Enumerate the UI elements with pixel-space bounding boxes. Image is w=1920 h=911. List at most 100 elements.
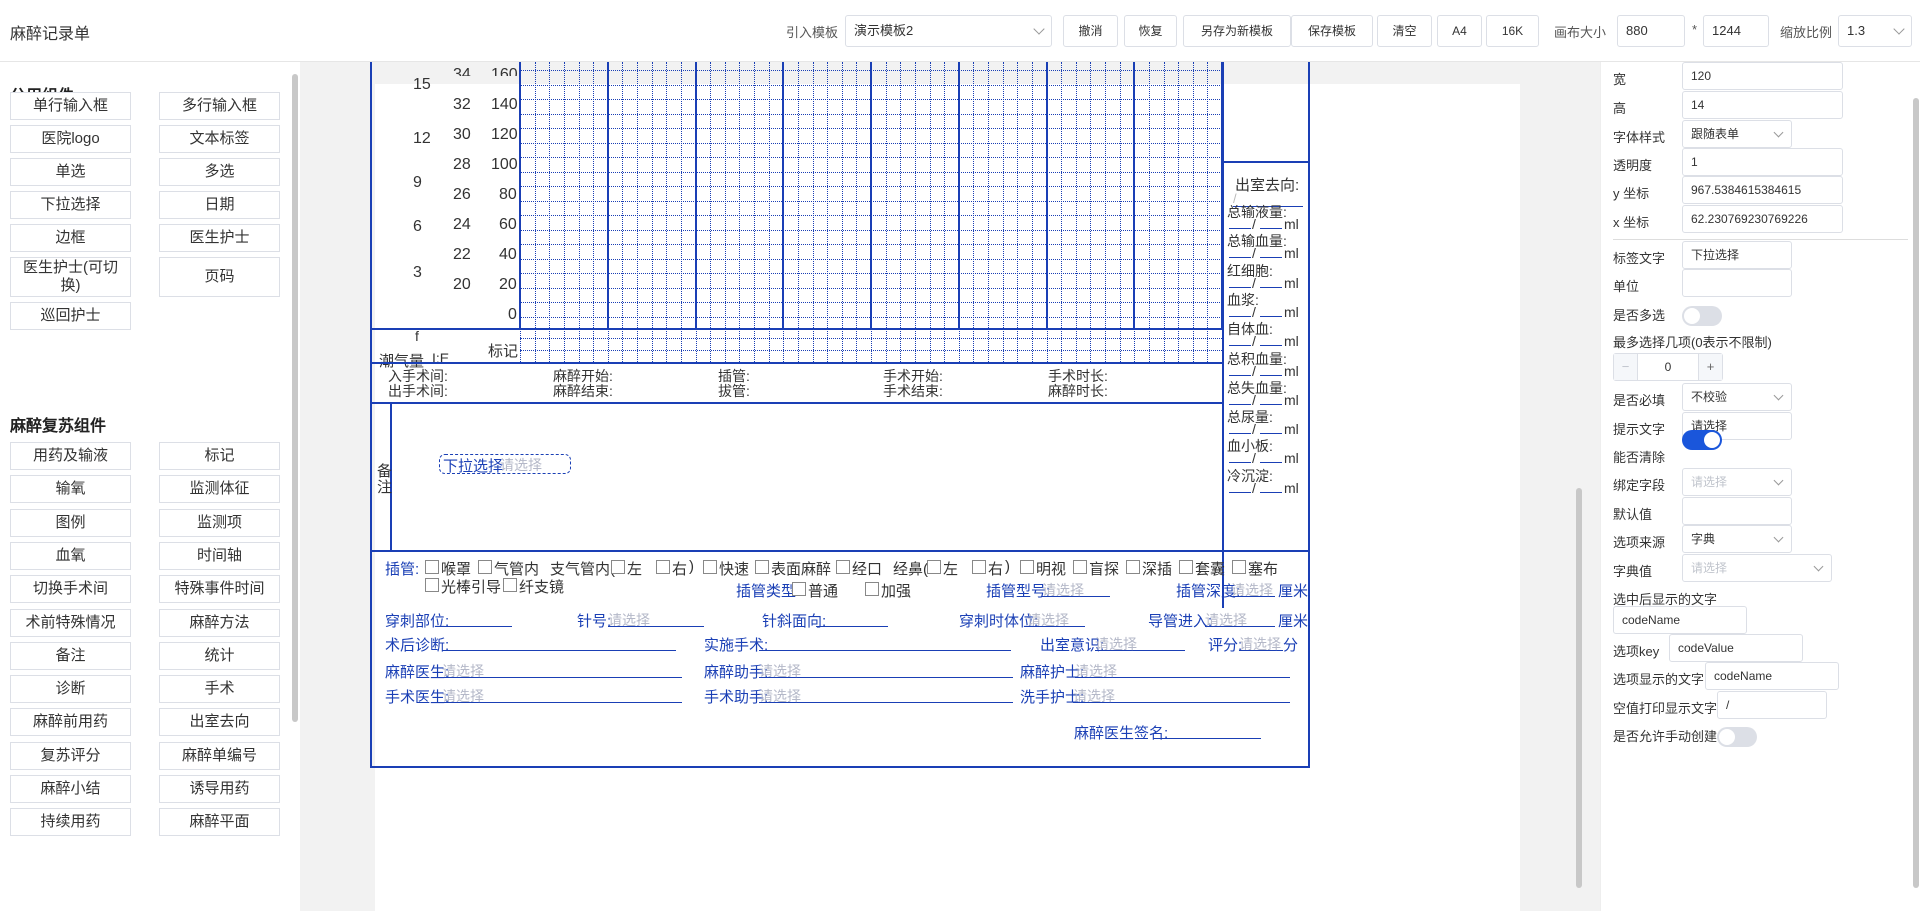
bind-field-select[interactable]: 请选择 xyxy=(1682,468,1792,496)
dropdown-component-selected[interactable]: 下拉选择 请选择 xyxy=(439,454,571,475)
component-button[interactable]: 术前特殊情况 xyxy=(10,608,131,637)
surg-assist-field[interactable]: 请选择 xyxy=(759,686,1013,704)
null-print-input[interactable]: / xyxy=(1717,691,1827,719)
font-style-select[interactable]: 跟随表单 xyxy=(1682,120,1792,148)
checkbox-topical[interactable] xyxy=(755,560,769,574)
clear-button[interactable]: 清空 xyxy=(1377,15,1432,47)
total-field[interactable]: / ml xyxy=(1227,450,1307,466)
component-button[interactable]: 医生护士 xyxy=(159,224,280,252)
checkbox-cuff[interactable] xyxy=(1179,560,1193,574)
panel-scrollbar[interactable] xyxy=(1913,98,1919,888)
canvas-width-input[interactable]: 880 xyxy=(1617,15,1685,47)
component-button[interactable]: 边框 xyxy=(10,224,131,252)
checkbox-rapid[interactable] xyxy=(703,560,717,574)
tube-depth-field[interactable]: 请选择 xyxy=(1231,580,1275,598)
height-input[interactable]: 14 xyxy=(1682,91,1843,119)
redo-button[interactable]: 恢复 xyxy=(1124,15,1177,47)
component-button[interactable]: 时间轴 xyxy=(159,541,280,570)
post-diag-field[interactable] xyxy=(442,634,676,651)
max-select-value[interactable]: 0 xyxy=(1638,354,1698,380)
component-button[interactable]: 巡回护士 xyxy=(10,302,131,330)
component-button[interactable]: 麻醉方法 xyxy=(159,608,280,637)
tube-model-field[interactable]: 请选择 xyxy=(1042,580,1110,598)
surgeon-field[interactable]: 请选择 xyxy=(442,686,682,704)
checkbox-reinforced[interactable] xyxy=(865,582,879,596)
x-input[interactable]: 62.230769230769226 xyxy=(1682,205,1843,233)
score-field[interactable]: 请选择 xyxy=(1239,634,1283,652)
total-field[interactable]: / ml xyxy=(1227,304,1307,320)
component-button[interactable]: 监测体征 xyxy=(159,475,280,504)
tag-text-input[interactable]: 下拉选择 xyxy=(1682,241,1792,269)
catheter-in-field[interactable]: 请选择 xyxy=(1205,610,1275,628)
clearable-switch[interactable] xyxy=(1682,430,1722,450)
checkbox-deep[interactable] xyxy=(1126,560,1140,574)
checkbox-right[interactable] xyxy=(656,560,670,574)
component-button[interactable]: 标记 xyxy=(159,442,280,470)
component-button[interactable]: 特殊事件时间 xyxy=(159,575,280,604)
component-button[interactable]: 麻醉平面 xyxy=(159,808,280,837)
zoom-select[interactable]: 1.3 xyxy=(1838,15,1912,47)
opacity-input[interactable]: 1 xyxy=(1682,148,1843,176)
total-field[interactable]: / ml xyxy=(1227,275,1307,291)
anes-nurse-field[interactable]: 请选择 xyxy=(1075,661,1290,679)
checkbox-direct[interactable] xyxy=(1020,560,1034,574)
manual-create-switch[interactable] xyxy=(1717,727,1757,747)
dict-select[interactable]: 请选择 xyxy=(1682,554,1832,582)
component-button[interactable]: 麻醉前用药 xyxy=(10,708,131,737)
needle-no-field[interactable]: 请选择 xyxy=(608,610,704,628)
option-text-input[interactable]: codeName xyxy=(1705,662,1839,690)
plus-button[interactable]: + xyxy=(1698,354,1722,380)
component-button[interactable]: 单行输入框 xyxy=(10,92,131,120)
required-select[interactable]: 不校验 xyxy=(1682,383,1792,411)
component-button[interactable]: 输氧 xyxy=(10,475,131,504)
a4-button[interactable]: A4 xyxy=(1437,15,1482,47)
checkbox-endotracheal[interactable] xyxy=(478,560,492,574)
checkbox-fiberscope[interactable] xyxy=(503,578,517,592)
checkbox-oral[interactable] xyxy=(836,560,850,574)
save-template-button[interactable]: 保存模板 xyxy=(1291,15,1373,47)
canvas-height-input[interactable]: 1244 xyxy=(1703,15,1769,47)
selected-text-input[interactable]: codeName xyxy=(1613,606,1747,634)
component-button[interactable]: 麻醉单编号 xyxy=(159,741,280,770)
total-field[interactable]: / ml xyxy=(1227,392,1307,408)
puncture-site-field[interactable] xyxy=(442,610,512,627)
checkbox-laryngeal-mask[interactable] xyxy=(425,560,439,574)
checkbox-pack[interactable] xyxy=(1232,560,1246,574)
canvas-scrollbar[interactable] xyxy=(1576,488,1582,888)
component-button[interactable]: 手术 xyxy=(159,675,280,704)
bevel-dir-field[interactable] xyxy=(816,610,888,627)
component-button[interactable]: 图例 xyxy=(10,508,131,537)
checkbox-nasal-right[interactable] xyxy=(972,560,986,574)
component-button[interactable]: 备注 xyxy=(10,641,131,670)
total-field[interactable]: / ml xyxy=(1227,245,1307,261)
surgery-done-field[interactable] xyxy=(759,634,1011,651)
component-button[interactable]: 持续用药 xyxy=(10,808,131,837)
component-button[interactable]: 多选 xyxy=(159,158,280,186)
checkbox-nasal-left[interactable] xyxy=(927,560,941,574)
component-button[interactable]: 单选 xyxy=(10,158,131,186)
component-button[interactable]: 医生护士(可切换) xyxy=(10,257,131,297)
save-as-template-button[interactable]: 另存为新模板 xyxy=(1183,15,1291,47)
total-field[interactable]: / ml xyxy=(1227,333,1307,349)
component-button[interactable]: 日期 xyxy=(159,191,280,219)
component-button[interactable]: 出室去向 xyxy=(159,708,280,737)
component-button[interactable]: 切换手术间 xyxy=(10,575,131,604)
total-field[interactable]: / ml xyxy=(1227,363,1307,379)
scrub-nurse-field[interactable]: 请选择 xyxy=(1073,686,1290,704)
component-button[interactable]: 页码 xyxy=(159,257,280,297)
multi-select-switch[interactable] xyxy=(1682,306,1722,326)
puncture-pos-field[interactable]: 请选择 xyxy=(1027,610,1085,628)
source-select[interactable]: 字典 xyxy=(1682,525,1792,553)
component-button[interactable]: 统计 xyxy=(159,641,280,670)
total-field[interactable]: / ml xyxy=(1227,216,1307,232)
width-input[interactable]: 120 xyxy=(1682,62,1843,90)
component-button[interactable]: 诊断 xyxy=(10,675,131,704)
minus-button[interactable]: − xyxy=(1614,354,1638,380)
component-button[interactable]: 用药及输液 xyxy=(10,442,131,470)
checkbox-blind[interactable] xyxy=(1073,560,1087,574)
option-key-input[interactable]: codeValue xyxy=(1669,634,1803,662)
template-select[interactable]: 演示模板2 xyxy=(845,15,1052,47)
component-button[interactable]: 监测项 xyxy=(159,508,280,537)
signature-field[interactable] xyxy=(1155,722,1261,739)
checkbox-left[interactable] xyxy=(611,560,625,574)
